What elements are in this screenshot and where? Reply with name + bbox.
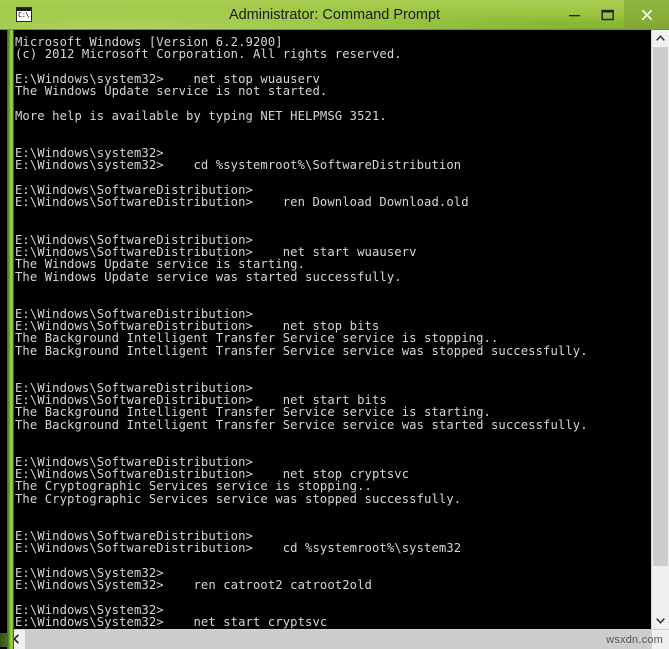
window-titlebar[interactable]: C:\. Administrator: Command Prompt: [0, 0, 669, 30]
watermark: wsxdn.com: [606, 634, 663, 646]
maximize-button[interactable]: [591, 0, 624, 29]
console-line: [15, 295, 651, 307]
console-line: E:\Windows\System32> ren catroot2 catroo…: [15, 579, 651, 591]
vertical-scrollbar[interactable]: [651, 30, 669, 629]
console-line: E:\Windows\SoftwareDistribution> cd %sys…: [15, 542, 651, 554]
chevron-up-icon: [656, 35, 665, 42]
console-line: [15, 554, 651, 566]
console-line: More help is available by typing NET HEL…: [15, 110, 651, 122]
scroll-up-button[interactable]: [652, 30, 669, 47]
console-line: The Cryptographic Services service was s…: [15, 493, 651, 505]
console-line: [15, 369, 651, 381]
console-line: The Windows Update service was started s…: [15, 271, 651, 283]
vertical-scroll-track[interactable]: [652, 47, 669, 612]
console-area: Microsoft Windows [Version 6.2.9200](c) …: [7, 30, 669, 629]
console-line: E:\Windows\SoftwareDistribution> ren Dow…: [15, 196, 651, 208]
console-line: [15, 443, 651, 455]
console-line: The Background Intelligent Transfer Serv…: [15, 419, 651, 431]
close-button[interactable]: [624, 0, 669, 29]
console-line: [15, 283, 651, 295]
command-prompt-window: C:\. Administrator: Command Prompt: [0, 0, 669, 633]
console-line: The Background Intelligent Transfer Serv…: [15, 345, 651, 357]
horizontal-scroll-track[interactable]: [25, 630, 651, 649]
console-line: E:\Windows\System32> net start cryptsvc: [15, 616, 651, 628]
console-line: The Background Intelligent Transfer Serv…: [15, 406, 651, 418]
console-output[interactable]: Microsoft Windows [Version 6.2.9200](c) …: [7, 30, 651, 629]
console-line: [15, 517, 651, 529]
console-line: [15, 122, 651, 134]
caption-button-group: [558, 0, 669, 29]
console-line: [15, 505, 651, 517]
console-line: The Windows Update service is starting.: [15, 258, 651, 270]
console-line: [15, 221, 651, 233]
vertical-scroll-thumb[interactable]: [653, 47, 668, 566]
close-icon: [640, 8, 654, 22]
console-line: [15, 357, 651, 369]
console-line: (c) 2012 Microsoft Corporation. All righ…: [15, 48, 651, 60]
minimize-button[interactable]: [558, 0, 591, 29]
command-prompt-icon[interactable]: C:\.: [16, 7, 32, 22]
console-line: [15, 431, 651, 443]
window-client-area: Microsoft Windows [Version 6.2.9200](c) …: [0, 30, 669, 649]
minimize-icon: [568, 9, 581, 20]
horizontal-scrollbar[interactable]: [7, 629, 669, 649]
console-line: The Windows Update service is not starte…: [15, 85, 651, 97]
console-line: E:\Windows\SoftwareDistribution>: [15, 234, 651, 246]
console-line: [15, 209, 651, 221]
scroll-down-button[interactable]: [652, 612, 669, 629]
console-line: E:\Windows\system32> cd %systemroot%\Sof…: [15, 159, 651, 171]
chevron-down-icon: [656, 617, 665, 624]
icon-prompt-label: C:\.: [18, 11, 33, 20]
console-line: The Background Intelligent Transfer Serv…: [15, 332, 651, 344]
console-line: The Cryptographic Services service is st…: [15, 480, 651, 492]
console-line: [15, 591, 651, 603]
window-left-border: [7, 30, 14, 649]
maximize-icon: [601, 9, 615, 21]
